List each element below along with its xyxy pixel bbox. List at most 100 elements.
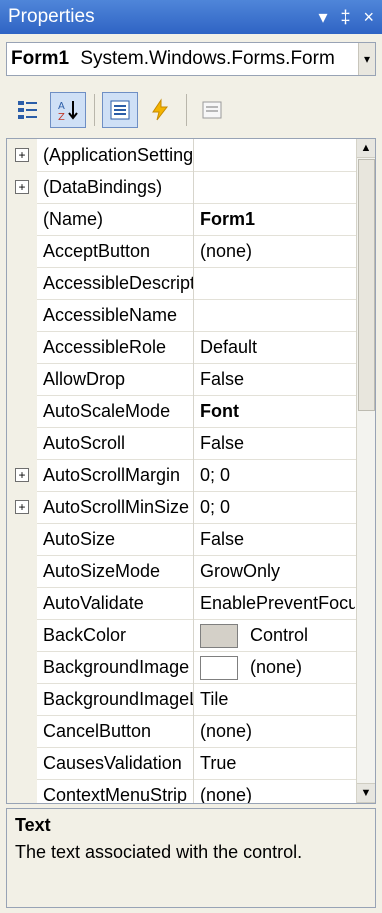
property-value-text: (none) xyxy=(250,657,303,677)
property-row[interactable]: AccessibleRole Default xyxy=(7,331,357,364)
svg-text:Z: Z xyxy=(58,112,65,122)
svg-text:A: A xyxy=(58,101,65,112)
row-margin xyxy=(7,203,37,235)
property-name: CausesValidation xyxy=(43,747,194,779)
property-name: CancelButton xyxy=(43,715,194,747)
property-value[interactable]: EnablePreventFocusChange xyxy=(200,587,355,619)
property-row[interactable]: + (ApplicationSettings) xyxy=(7,139,357,172)
property-row[interactable]: AccessibleName xyxy=(7,299,357,332)
property-row[interactable]: + AutoScrollMargin 0; 0 xyxy=(7,459,357,492)
property-value[interactable] xyxy=(200,267,355,299)
property-row[interactable]: AccessibleDescription xyxy=(7,267,357,300)
property-value[interactable]: (none) xyxy=(200,715,355,747)
color-swatch xyxy=(200,656,238,681)
property-name: AllowDrop xyxy=(43,363,194,395)
row-margin xyxy=(7,267,37,299)
object-name: Form1 xyxy=(11,48,70,69)
property-value[interactable]: (none) xyxy=(200,779,355,804)
property-value[interactable]: (none) xyxy=(200,651,355,683)
property-name: AutoSizeMode xyxy=(43,555,194,587)
property-name: AccessibleRole xyxy=(43,331,194,363)
row-margin xyxy=(7,651,37,683)
property-value[interactable]: Control xyxy=(200,619,355,651)
property-row[interactable]: AllowDrop False xyxy=(7,363,357,396)
description-text: The text associated with the control. xyxy=(15,842,303,862)
property-value-text: Form1 xyxy=(200,209,256,229)
events-icon[interactable] xyxy=(142,92,178,128)
property-row[interactable]: CancelButton (none) xyxy=(7,715,357,748)
categorized-icon[interactable] xyxy=(10,92,46,128)
property-value-text: EnablePreventFocusChange xyxy=(200,593,355,613)
property-name: AutoScaleMode xyxy=(43,395,194,427)
property-value-text: (none) xyxy=(200,785,253,804)
property-name: ContextMenuStrip xyxy=(43,779,194,803)
property-name: AcceptButton xyxy=(43,235,194,267)
properties-window: Properties ▾ ‡ × Form1 System.Windows.Fo… xyxy=(0,0,382,913)
alphabetical-icon[interactable]: A Z xyxy=(50,92,86,128)
property-pages-icon[interactable] xyxy=(194,92,230,128)
property-value[interactable]: GrowOnly xyxy=(200,555,355,587)
property-name: BackgroundImage xyxy=(43,651,194,683)
property-value-text: Default xyxy=(200,337,258,357)
properties-icon[interactable] xyxy=(102,92,138,128)
property-value-text: False xyxy=(200,369,245,389)
title-bar[interactable]: Properties ▾ ‡ × xyxy=(0,0,382,34)
expand-icon[interactable]: + xyxy=(15,500,29,514)
row-margin xyxy=(7,523,37,555)
property-value[interactable] xyxy=(200,299,355,331)
property-grid[interactable]: + (ApplicationSettings) + (DataBindings) (Na… xyxy=(6,138,376,804)
property-row[interactable]: (Name) Form1 xyxy=(7,203,357,236)
property-row[interactable]: AutoSize False xyxy=(7,523,357,556)
vertical-scrollbar[interactable]: ▲ ▼ xyxy=(356,139,375,803)
property-value[interactable]: Form1 xyxy=(200,203,355,235)
property-value[interactable] xyxy=(200,139,355,171)
property-name: AccessibleDescription xyxy=(43,267,194,299)
dropdown-arrow-icon[interactable]: ▾ xyxy=(358,43,375,75)
property-value[interactable]: Default xyxy=(200,331,355,363)
property-value-text: True xyxy=(200,753,237,773)
property-row[interactable]: AcceptButton (none) xyxy=(7,235,357,268)
property-value[interactable]: True xyxy=(200,747,355,779)
object-selector[interactable]: Form1 System.Windows.Forms.Form ▾ xyxy=(6,42,376,76)
property-row[interactable]: CausesValidation True xyxy=(7,747,357,780)
property-row[interactable]: BackgroundImage (none) xyxy=(7,651,357,684)
property-row[interactable]: + AutoScrollMinSize 0; 0 xyxy=(7,491,357,524)
property-row[interactable]: BackColor Control xyxy=(7,619,357,652)
property-value-text: GrowOnly xyxy=(200,561,281,581)
property-row[interactable]: BackgroundImageLayout Tile xyxy=(7,683,357,716)
row-margin xyxy=(7,683,37,715)
property-row[interactable]: + (DataBindings) xyxy=(7,171,357,204)
property-value[interactable]: Tile xyxy=(200,683,355,715)
property-value[interactable]: False xyxy=(200,523,355,555)
property-name: AutoScrollMinSize xyxy=(43,491,194,523)
scroll-down-icon[interactable]: ▼ xyxy=(357,783,375,803)
property-value[interactable]: (none) xyxy=(200,235,355,267)
scroll-up-icon[interactable]: ▲ xyxy=(357,139,375,158)
property-name: AutoScroll xyxy=(43,427,194,459)
scroll-thumb[interactable] xyxy=(358,159,375,411)
property-value[interactable]: False xyxy=(200,427,355,459)
property-row[interactable]: AutoValidate EnablePreventFocusChange xyxy=(7,587,357,620)
property-value-text: (none) xyxy=(200,241,253,261)
property-row[interactable]: ContextMenuStrip (none) xyxy=(7,779,357,804)
expand-icon[interactable]: + xyxy=(15,148,29,162)
property-row[interactable]: AutoSizeMode GrowOnly xyxy=(7,555,357,588)
property-value[interactable]: 0; 0 xyxy=(200,491,355,523)
property-value[interactable]: 0; 0 xyxy=(200,459,355,491)
property-name: BackgroundImageLayout xyxy=(43,683,194,715)
expand-icon[interactable]: + xyxy=(15,180,29,194)
property-row[interactable]: AutoScaleMode Font xyxy=(7,395,357,428)
row-margin xyxy=(7,363,37,395)
property-value[interactable] xyxy=(200,171,355,203)
property-row[interactable]: AutoScroll False xyxy=(7,427,357,460)
property-value-text: 0; 0 xyxy=(200,465,231,485)
property-value[interactable]: False xyxy=(200,363,355,395)
row-margin xyxy=(7,299,37,331)
window-controls[interactable]: ▾ ‡ × xyxy=(318,0,378,34)
property-value-text: False xyxy=(200,529,245,549)
row-margin xyxy=(7,779,37,803)
property-value[interactable]: Font xyxy=(200,395,355,427)
row-margin xyxy=(7,587,37,619)
row-margin xyxy=(7,331,37,363)
expand-icon[interactable]: + xyxy=(15,468,29,482)
